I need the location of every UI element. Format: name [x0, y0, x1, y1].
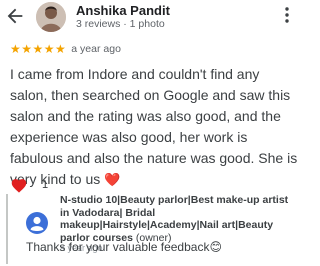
back-arrow-icon[interactable]	[4, 5, 26, 27]
owner-name-block: N-studio 10|Beauty parlor|Best make-up a…	[60, 194, 296, 244]
owner-reply-text: Thanks for your valuable feedback😊	[26, 240, 222, 254]
like-row: 1	[10, 176, 48, 194]
review-text-block: I came from Indore and couldn't find any…	[10, 64, 298, 190]
heart-emoji: ❤️	[104, 172, 121, 187]
more-options-icon[interactable]	[284, 6, 290, 24]
owner-avatar-icon	[26, 212, 48, 234]
review-text: I came from Indore and couldn't find any…	[10, 66, 298, 187]
star-rating: ★★★★★	[10, 42, 67, 56]
owner-reply-divider	[6, 194, 8, 264]
owner-name: N-studio 10|Beauty parlor|Best make-up a…	[60, 194, 289, 244]
reviewer-avatar[interactable]	[36, 2, 66, 32]
review-time: a year ago	[71, 43, 121, 55]
like-heart-icon[interactable]	[10, 177, 28, 193]
reviewer-name[interactable]: Anshika Pandit	[76, 3, 170, 18]
rating-row: ★★★★★ a year ago	[10, 42, 121, 56]
like-count: 1	[42, 179, 49, 191]
reviewer-meta: 3 reviews · 1 photo	[76, 18, 165, 30]
